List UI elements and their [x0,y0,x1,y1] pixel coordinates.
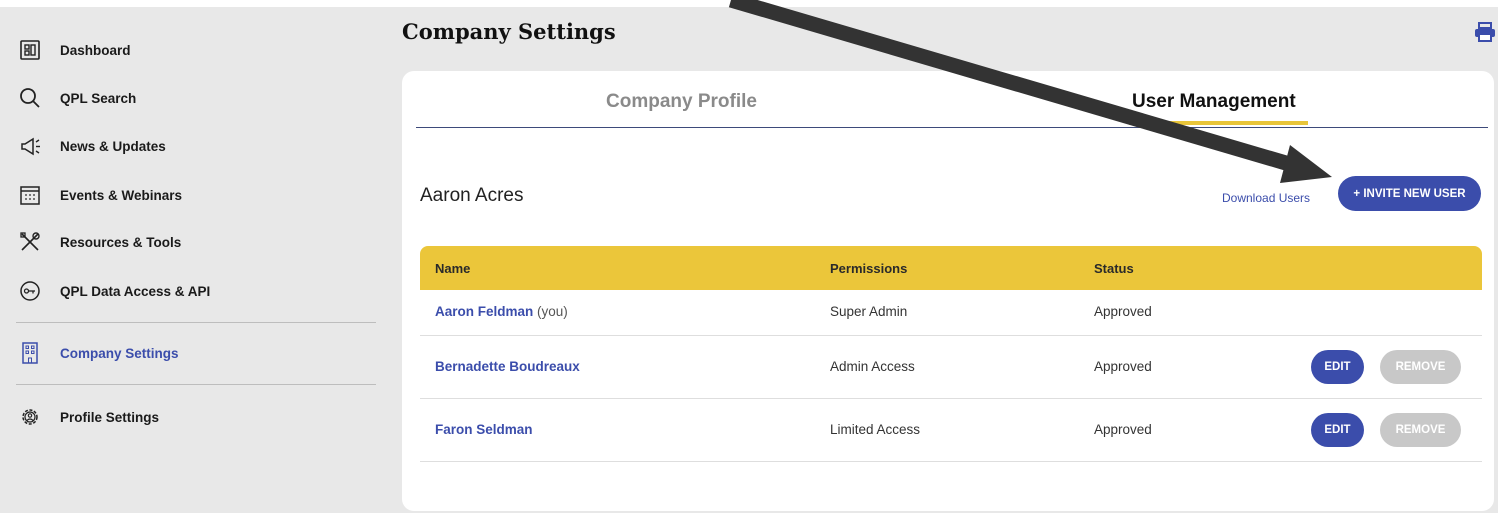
sidebar: Dashboard QPL Search News & Updates Even… [0,7,390,513]
sidebar-item-label: News & Updates [60,138,166,154]
edit-user-button[interactable]: EDIT [1311,413,1364,447]
sidebar-item-label: Profile Settings [60,409,160,425]
user-name-cell: Aaron Feldman (you) [435,304,568,319]
edit-user-button[interactable]: EDIT [1311,350,1364,384]
column-header-status: Status [1094,261,1134,276]
sidebar-item-label: Events & Webinars [60,187,183,203]
company-name: Aaron Acres [420,185,524,206]
search-icon [18,86,42,110]
calendar-icon [18,183,42,207]
sidebar-item-label: QPL Data Access & API [60,283,211,299]
remove-user-button[interactable]: REMOVE [1380,350,1461,384]
building-icon [18,341,42,365]
status-cell: Approved [1094,422,1152,437]
user-name-link[interactable]: Faron Seldman [435,422,533,437]
status-cell: Approved [1094,304,1152,319]
tab-company-profile[interactable]: Company Profile [606,91,757,113]
user-name-link[interactable]: Bernadette Boudreaux [435,359,580,374]
permission-cell: Admin Access [830,359,915,374]
sidebar-item-label: Resources & Tools [60,234,182,250]
column-header-name: Name [435,261,471,276]
key-icon [18,279,42,303]
remove-user-button[interactable]: REMOVE [1380,413,1461,447]
sidebar-divider [16,322,376,323]
sidebar-divider [16,384,376,385]
user-name-cell: Faron Seldman [435,422,533,437]
invite-new-user-button[interactable]: + INVITE NEW USER [1338,176,1481,211]
table-header: Name Permissions Status [420,246,1482,290]
dashboard-icon [18,38,42,62]
megaphone-icon [18,134,42,158]
sidebar-item-resources-tools[interactable]: Resources & Tools [18,229,181,255]
app-root: Dashboard QPL Search News & Updates Even… [0,7,1498,513]
user-management-card: Company Profile User Management Aaron Ac… [402,71,1494,511]
settings-tabs: Company Profile User Management [416,71,1488,128]
active-tab-indicator [1129,121,1308,125]
gear-user-icon [18,405,42,429]
sidebar-item-qpl-data-access[interactable]: QPL Data Access & API [18,278,210,304]
print-icon[interactable] [1474,22,1496,42]
sidebar-item-events-webinars[interactable]: Events & Webinars [18,182,182,208]
user-name-link[interactable]: Aaron Feldman [435,304,533,319]
table-row: Faron Seldman Limited Access Approved ED… [420,399,1482,462]
sidebar-item-label: Company Settings [60,345,179,361]
column-header-permissions: Permissions [830,261,908,276]
sidebar-item-label: QPL Search [60,90,137,106]
sidebar-item-dashboard[interactable]: Dashboard [18,37,131,63]
tools-icon [18,230,42,254]
user-name-cell: Bernadette Boudreaux [435,359,580,374]
current-user-label: (you) [533,304,568,319]
permission-cell: Super Admin [830,304,908,319]
sidebar-item-qpl-search[interactable]: QPL Search [18,85,136,111]
table-row: Aaron Feldman (you) Super Admin Approved [420,290,1482,336]
download-users-link[interactable]: Download Users [1222,191,1310,205]
tab-user-management[interactable]: User Management [1132,91,1296,113]
page-title: Company Settings [402,19,616,44]
users-table: Name Permissions Status Aaron Feldman (y… [420,246,1482,462]
table-row: Bernadette Boudreaux Admin Access Approv… [420,336,1482,399]
permission-cell: Limited Access [830,422,921,437]
status-cell: Approved [1094,359,1152,374]
sidebar-item-news-updates[interactable]: News & Updates [18,133,166,159]
sidebar-item-label: Dashboard [60,42,131,58]
sidebar-item-profile-settings[interactable]: Profile Settings [18,404,159,430]
sidebar-item-company-settings[interactable]: Company Settings [18,340,179,366]
